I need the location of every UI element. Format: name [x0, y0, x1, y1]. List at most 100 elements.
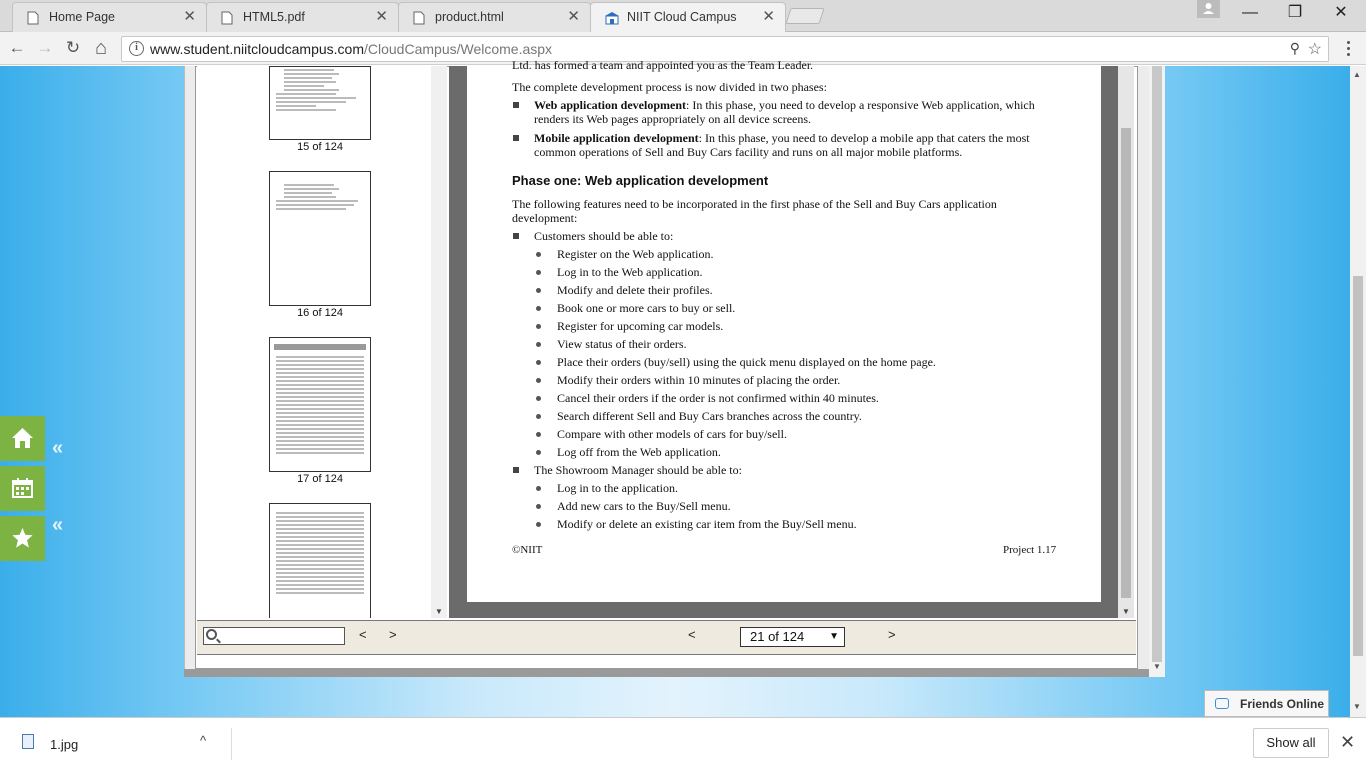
thumbnail-scrollbar[interactable]: ▼ — [431, 66, 447, 618]
page-select-value: 21 of 124 — [750, 629, 805, 644]
download-filename[interactable]: 1.jpg — [50, 737, 78, 752]
bullet-dot-icon — [536, 504, 541, 509]
chevron-left-icon[interactable]: « — [52, 514, 63, 537]
scroll-down-icon[interactable]: ▼ — [1122, 607, 1130, 616]
thumbnail-label: 17 of 124 — [297, 473, 343, 485]
thumbnail-label: 16 of 124 — [297, 307, 343, 319]
profile-icon[interactable] — [1197, 0, 1220, 18]
chat-icon — [1215, 698, 1229, 709]
list-item: Book one or more cars to buy or sell. — [557, 301, 736, 315]
tab-product-html[interactable]: product.html ✕ — [398, 2, 591, 32]
search-icon — [206, 629, 217, 640]
list-item: Place their orders (buy/sell) using the … — [557, 355, 936, 369]
close-tab-icon[interactable]: ✕ — [183, 9, 196, 24]
tab-home-page[interactable]: Home Page ✕ — [12, 2, 207, 32]
thumbnail-page-18[interactable] — [269, 503, 371, 618]
list-item: Log in to the Web application. — [557, 265, 703, 279]
close-tab-icon[interactable]: ✕ — [762, 9, 775, 24]
bullet-square-icon — [513, 233, 519, 239]
previous-page-button[interactable]: < — [688, 627, 696, 642]
next-match-button[interactable]: > — [389, 627, 397, 642]
page-scrollbar[interactable]: ▲ ▼ — [1350, 66, 1366, 717]
bullet-dot-icon — [536, 450, 541, 455]
scroll-down-icon[interactable]: ▼ — [435, 607, 443, 616]
url-text[interactable]: www.student.niitcloudcampus.com/CloudCam… — [150, 41, 552, 57]
scroll-down-icon[interactable]: ▼ — [1153, 662, 1161, 671]
scroll-down-icon[interactable]: ▼ — [1353, 702, 1361, 711]
phase-title: Mobile application development — [534, 131, 699, 145]
list-item: Modify their orders within 10 minutes of… — [557, 373, 841, 387]
browser-menu-icon[interactable] — [1340, 38, 1356, 58]
bullet-dot-icon — [536, 288, 541, 293]
url-path: /CloudCampus/Welcome.aspx — [364, 41, 553, 57]
tab-html5-pdf[interactable]: HTML5.pdf ✕ — [206, 2, 399, 32]
friends-online-button[interactable]: Friends Online — [1204, 690, 1329, 717]
close-tab-icon[interactable]: ✕ — [375, 9, 388, 24]
document-page: Ltd. has formed a team and appointed you… — [467, 58, 1101, 602]
download-bar: 1.jpg ^ Show all ✕ — [0, 717, 1366, 768]
document-icon — [27, 11, 39, 25]
side-calendar-button[interactable] — [0, 466, 45, 511]
show-all-button[interactable]: Show all — [1253, 728, 1329, 758]
pin-icon[interactable]: ⚲ — [1290, 40, 1300, 57]
phase-text-line2: renders its Web pages appropriately on a… — [534, 112, 812, 126]
list-item: Register for upcoming car models. — [557, 319, 724, 333]
page-select[interactable]: 21 of 124 ▼ — [740, 627, 845, 647]
document-search-input[interactable] — [203, 627, 345, 645]
bullet-dot-icon — [536, 432, 541, 437]
new-tab-button[interactable] — [785, 8, 825, 24]
home-button[interactable]: ⌂ — [90, 38, 112, 58]
next-page-button[interactable]: > — [888, 627, 896, 642]
back-button[interactable]: ← — [6, 38, 28, 58]
chevron-left-icon[interactable]: « — [52, 437, 63, 460]
phase-title: Web application development — [534, 98, 687, 112]
viewer-container-scrollbar[interactable]: ▼ — [1149, 66, 1165, 677]
tab-title: Home Page — [49, 10, 116, 24]
tab-title: NIIT Cloud Campus — [627, 10, 737, 24]
page-footer-right: Project 1.17 — [1003, 544, 1057, 556]
list-item: Modify and delete their profiles. — [557, 283, 713, 297]
previous-match-button[interactable]: < — [359, 627, 367, 642]
bookmark-star-icon[interactable]: ☆ — [1308, 39, 1322, 59]
close-tab-icon[interactable]: ✕ — [567, 9, 580, 24]
list-item: Compare with other models of cars for bu… — [557, 427, 787, 441]
list-item: Add new cars to the Buy/Sell menu. — [557, 499, 731, 513]
scroll-thumb[interactable] — [1121, 128, 1131, 598]
thumbnail-page-16[interactable] — [269, 171, 371, 306]
friends-online-label: Friends Online — [1240, 697, 1325, 711]
list-item: Search different Sell and Buy Cars branc… — [557, 409, 862, 423]
thumbnail-page-17[interactable] — [269, 337, 371, 472]
cut-off-line: Ltd. has formed a team and appointed you… — [512, 58, 814, 72]
bullet-dot-icon — [536, 324, 541, 329]
download-options-icon[interactable]: ^ — [200, 733, 206, 748]
tab-niit-cloud-campus[interactable]: NIIT Cloud Campus ✕ — [590, 2, 786, 33]
list-item: Log in to the application. — [557, 481, 678, 495]
list-item: Register on the Web application. — [557, 247, 714, 261]
info-icon[interactable]: i — [129, 41, 144, 56]
features-intro: The following features need to be incorp… — [512, 197, 997, 211]
thumbnail-page-15[interactable] — [269, 66, 371, 140]
viewer-container-bottom — [184, 669, 1149, 677]
reload-button[interactable]: ↻ — [62, 38, 84, 58]
forward-button[interactable]: → — [34, 38, 56, 58]
dropdown-arrow-icon: ▼ — [829, 631, 839, 642]
page-scroll-thumb[interactable] — [1353, 276, 1363, 656]
tab-title: HTML5.pdf — [243, 10, 305, 24]
bullet-dot-icon — [536, 270, 541, 275]
bullet-dot-icon — [536, 378, 541, 383]
phase-text: : In this phase, you need to develop a m… — [698, 131, 1030, 145]
side-favorites-button[interactable] — [0, 516, 45, 561]
close-download-bar-icon[interactable]: ✕ — [1340, 732, 1355, 753]
campus-icon — [605, 12, 619, 25]
phase-text-line2: common operations of Sell and Buy Cars f… — [534, 145, 963, 159]
bullet-square-icon — [513, 135, 519, 141]
scroll-thumb[interactable] — [1152, 66, 1162, 662]
document-icon — [221, 11, 233, 25]
restore-button[interactable]: ❐ — [1272, 5, 1318, 21]
side-home-button[interactable] — [0, 416, 45, 461]
star-icon — [12, 527, 33, 548]
scroll-up-icon[interactable]: ▲ — [1353, 70, 1361, 79]
minimize-button[interactable]: — — [1227, 5, 1273, 21]
close-window-button[interactable]: ✕ — [1318, 5, 1364, 21]
document-scrollbar[interactable]: ▼ — [1118, 66, 1134, 618]
